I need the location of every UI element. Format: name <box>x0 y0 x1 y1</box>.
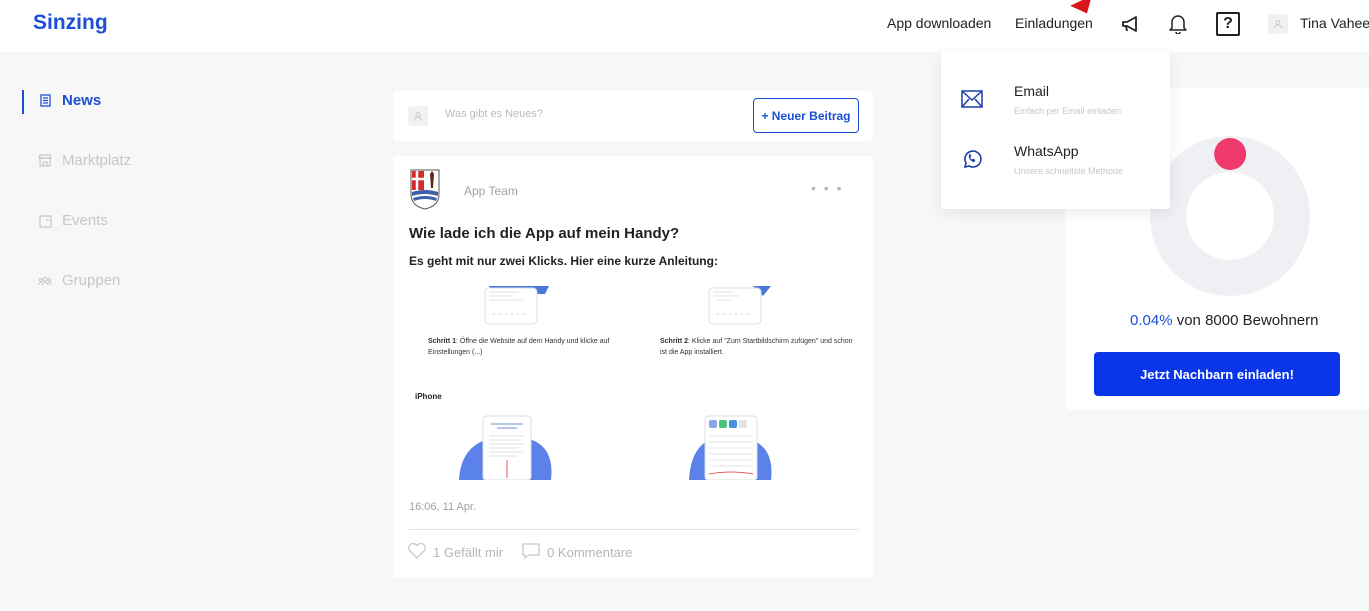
email-option-title: Email <box>1014 83 1050 99</box>
user-avatar-icon[interactable] <box>1268 14 1288 34</box>
progress-percent: 0.04% <box>1130 312 1173 329</box>
comment-icon <box>521 542 541 563</box>
post-more-button[interactable]: • • • <box>811 180 843 196</box>
sidebar-item-gruppen[interactable]: Gruppen <box>38 272 120 289</box>
step2-label: Schritt 2 <box>660 338 689 345</box>
donut-track <box>1150 136 1310 296</box>
post-timestamp: 16:06, 11 Apr. <box>409 501 477 513</box>
new-post-button[interactable]: + Neuer Beitrag <box>753 98 859 133</box>
whatsapp-option-desc: Unsere schnellste Methode <box>1014 166 1124 176</box>
heart-icon <box>407 542 427 563</box>
help-icon[interactable]: ? <box>1216 12 1240 36</box>
post-composer: Was gibt es Neues? + Neuer Beitrag <box>393 91 873 141</box>
whatsapp-icon <box>961 148 983 170</box>
post-title: Wie lade ich die App auf mein Handy? <box>409 225 680 242</box>
step1-description: : Öffne die Website auf dem Handy und kl… <box>428 338 610 356</box>
calendar-icon <box>38 214 52 228</box>
progress-donut-chart <box>1150 136 1310 296</box>
brand-logo[interactable]: Sinzing <box>33 11 108 35</box>
group-icon <box>38 274 52 288</box>
top-bar: Sinzing App downloaden Einladungen ? Tin… <box>0 0 1369 52</box>
store-icon <box>38 154 52 168</box>
user-name[interactable]: Tina Vahee <box>1300 15 1369 31</box>
sidebar-item-news[interactable]: News <box>38 92 101 109</box>
bell-icon[interactable] <box>1165 10 1191 38</box>
composer-input[interactable]: Was gibt es Neues? <box>445 108 543 120</box>
step2-phone-image <box>708 286 771 325</box>
email-icon <box>961 88 983 110</box>
step1-phone-image <box>484 286 549 325</box>
like-button[interactable]: 1 Gefällt mir <box>407 542 503 563</box>
like-count: 1 Gefällt mir <box>433 545 504 560</box>
sidebar-item-label: Events <box>62 212 108 229</box>
invitations-dropdown: Email Einfach per Email einladen WhatsAp… <box>941 52 1170 209</box>
megaphone-icon[interactable] <box>1118 10 1144 38</box>
post-subtitle: Es geht mit nur zwei Klicks. Hier eine k… <box>409 254 718 268</box>
news-icon <box>38 94 52 108</box>
email-option-desc: Einfach per Email einladen <box>1014 106 1122 116</box>
post-divider <box>409 529 859 530</box>
progress-suffix: von 8000 Bewohnern <box>1172 312 1319 329</box>
news-post-card: App Team • • • Wie lade ich die App auf … <box>393 156 873 578</box>
donut-progress-marker <box>1214 138 1247 171</box>
step2-description: : Klicke auf "Zum Startbildschirm zufüge… <box>660 338 853 356</box>
iphone-label: iPhone <box>415 392 442 401</box>
sidebar-item-label: News <box>62 92 102 109</box>
comment-count: 0 Kommentare <box>547 545 633 560</box>
invite-neighbors-button[interactable]: Jetzt Nachbarn einladen! <box>1094 352 1340 396</box>
comment-button[interactable]: 0 Kommentare <box>521 542 632 563</box>
resident-progress-text: 0.04% von 8000 Bewohnern <box>1130 312 1319 329</box>
app-download-link[interactable]: App downloaden <box>887 15 991 31</box>
sidebar-item-label: Marktplatz <box>62 152 132 169</box>
post-actions: 1 Gefällt mir 0 Kommentare <box>407 542 632 563</box>
step1-text: Schritt 1: Öffne die Website auf dem Han… <box>428 336 628 358</box>
iphone-step2-image <box>689 415 772 480</box>
post-author[interactable]: App Team <box>464 184 518 198</box>
whatsapp-option-title: WhatsApp <box>1014 143 1079 159</box>
composer-avatar-icon <box>408 106 428 126</box>
sidebar-item-label: Gruppen <box>62 272 121 289</box>
step2-text: Schritt 2: Klicke auf "Zum Startbildschi… <box>660 336 860 358</box>
community-crest-logo <box>409 168 441 210</box>
iphone-step1-image <box>459 415 552 480</box>
sidebar-item-marktplatz[interactable]: Marktplatz <box>38 152 131 169</box>
sidebar-item-events[interactable]: Events <box>38 212 108 229</box>
invitations-link[interactable]: Einladungen <box>1015 15 1093 31</box>
invite-email-option[interactable]: Email Einfach per Email einladen <box>941 70 1170 130</box>
invite-whatsapp-option[interactable]: WhatsApp Unsere schnellste Methode <box>941 130 1170 190</box>
nav-active-indicator <box>22 90 24 114</box>
step1-label: Schritt 1 <box>428 338 457 345</box>
